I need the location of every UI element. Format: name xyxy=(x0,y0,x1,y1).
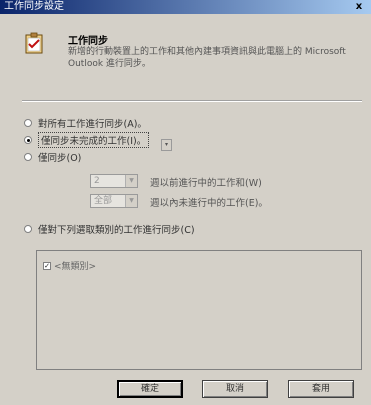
radio-sync-category[interactable]: 僅對下列選取類別的工作進行同步(C) xyxy=(24,222,195,236)
chevron-down-icon[interactable]: ▼ xyxy=(125,175,137,187)
radio-sync-range-label: 僅同步(O) xyxy=(38,153,82,164)
radio-circle[interactable] xyxy=(24,225,32,233)
dialog-titlebar: 工作同步設定 xyxy=(0,0,371,14)
radio-sync-all-label: 對所有工作進行同步(A)。 xyxy=(38,119,147,130)
incomplete-dropdown-arrow-icon[interactable]: ▾ xyxy=(161,139,172,151)
category-label: <無類別> xyxy=(54,262,97,272)
dialog-title: 工作同步設定 xyxy=(4,1,64,12)
list-item[interactable]: ✓ <無類別> xyxy=(43,259,96,272)
header-divider xyxy=(22,100,362,102)
cancel-button[interactable]: 取消 xyxy=(202,380,268,398)
weeks-before-value: 2 xyxy=(94,176,100,186)
category-listbox[interactable]: ✓ <無類別> xyxy=(36,250,362,370)
radio-circle[interactable] xyxy=(24,119,32,127)
header-title: 工作同步 xyxy=(68,36,108,47)
apply-button[interactable]: 套用 xyxy=(288,380,354,398)
radio-circle[interactable] xyxy=(24,153,32,161)
radio-sync-category-label: 僅對下列選取類別的工作進行同步(C) xyxy=(38,225,195,236)
chevron-down-icon[interactable]: ▼ xyxy=(125,195,137,207)
sync-settings-dialog: 工作同步設定 x 工作同步 新增的行動裝置上的工作和其他內建事項資訊與此電腦上的… xyxy=(0,0,371,405)
weeks-after-select[interactable]: 全部 ▼ xyxy=(90,194,138,208)
header-description: 新增的行動裝置上的工作和其他內建事項資訊與此電腦上的 Microsoft Out… xyxy=(68,47,346,69)
weeks-before-select[interactable]: 2 ▼ xyxy=(90,174,138,188)
category-checkbox[interactable]: ✓ xyxy=(43,261,51,270)
weeks-after-value: 全部 xyxy=(94,196,113,206)
task-clipboard-icon xyxy=(25,32,43,54)
ok-button[interactable]: 確定 xyxy=(117,380,183,398)
radio-sync-incomplete[interactable]: 僅同步未完成的工作(I)。 xyxy=(24,132,150,148)
weeks-after-label: 週以內未進行中的工作(E)。 xyxy=(150,198,268,209)
radio-sync-all[interactable]: 對所有工作進行同步(A)。 xyxy=(24,116,147,130)
radio-sync-incomplete-label: 僅同步未完成的工作(I)。 xyxy=(38,132,150,148)
radio-sync-range[interactable]: 僅同步(O) xyxy=(24,150,81,164)
close-button[interactable]: x xyxy=(353,2,365,13)
radio-circle-checked[interactable] xyxy=(24,136,32,144)
weeks-before-label: 週以前進行中的工作和(W) xyxy=(150,178,262,189)
